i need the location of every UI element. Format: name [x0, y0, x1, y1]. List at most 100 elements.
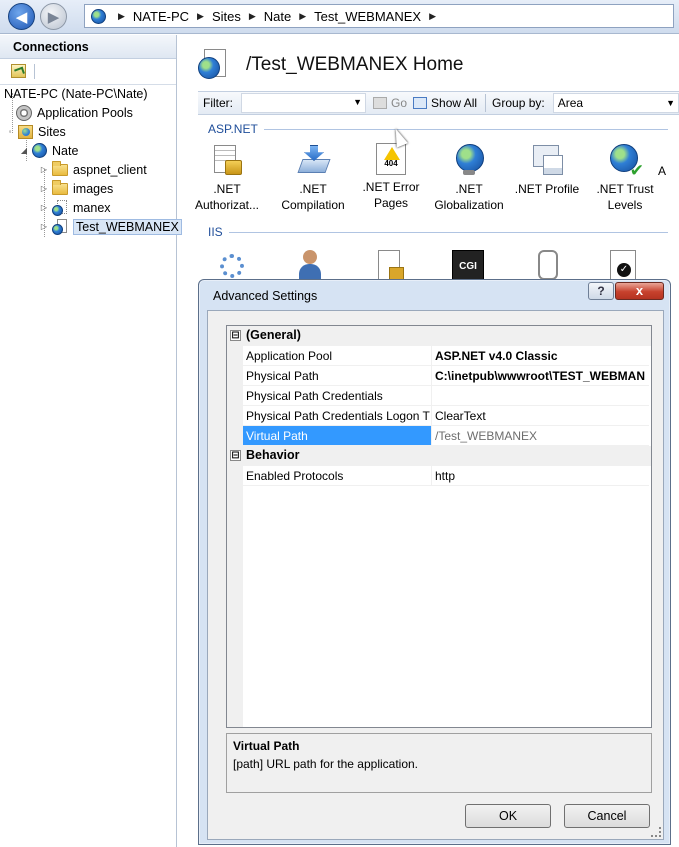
breadcrumb-separator-icon[interactable]: ▶: [249, 11, 256, 22]
tree-item-manex[interactable]: ▷ manex: [39, 198, 111, 217]
breadcrumb-separator-icon[interactable]: ▶: [118, 11, 125, 22]
feature-net-error-pages[interactable]: 404 .NET Error Pages: [352, 143, 430, 211]
go-label: Go: [391, 96, 408, 110]
section-divider: [263, 128, 668, 130]
property-name[interactable]: Physical Path Credentials Logon T: [243, 406, 431, 426]
expander-icon[interactable]: ▷: [39, 184, 49, 193]
property-row-application-pool[interactable]: Application Pool ASP.NET v4.0 Classic: [227, 346, 651, 366]
breadcrumb-item-site[interactable]: Nate: [264, 9, 291, 24]
tree-item-label: Application Pools: [37, 105, 133, 120]
show-all-button[interactable]: Show All: [413, 96, 477, 110]
property-grid[interactable]: ⊟ (General) Application Pool ASP.NET v4.…: [226, 325, 652, 728]
globe-icon: [32, 143, 47, 158]
section-header-iis[interactable]: IIS: [208, 225, 668, 239]
property-name[interactable]: Application Pool: [243, 346, 431, 366]
breadcrumb-separator-icon[interactable]: ▶: [299, 11, 306, 22]
expander-icon[interactable]: ▷: [39, 165, 49, 174]
tree-item-test-webmanex[interactable]: ▷ Test_WEBMANEX: [39, 217, 182, 236]
feature-more[interactable]: A: [658, 163, 678, 179]
collapse-icon[interactable]: ⊟: [230, 330, 241, 341]
property-row-physical-path[interactable]: Physical Path C:\inetpub\wwwroot\TEST_WE…: [227, 366, 651, 386]
error-pages-icon: 404: [376, 143, 406, 175]
address-bar: ◀ ▶ ▶ NATE-PC ▶ Sites ▶ Nate ▶ Test_WEBM…: [0, 0, 679, 34]
gear-icon[interactable]: [220, 254, 244, 278]
breadcrumb-item-server[interactable]: NATE-PC: [133, 9, 189, 24]
property-name[interactable]: Enabled Protocols: [243, 466, 431, 486]
cancel-button[interactable]: Cancel: [564, 804, 650, 828]
property-row-physical-path-credentials[interactable]: Physical Path Credentials: [227, 386, 651, 406]
help-button[interactable]: ?: [588, 282, 614, 300]
collapse-icon[interactable]: ◢: [19, 146, 29, 155]
tree-item-aspnet-client[interactable]: ▷ aspnet_client: [39, 160, 147, 179]
tree-item-server[interactable]: NATE-PC (Nate-PC\Nate): [4, 84, 148, 103]
web-app-icon: [52, 218, 68, 235]
close-button[interactable]: x: [615, 282, 664, 300]
category-label: Behavior: [246, 448, 300, 462]
property-value[interactable]: ASP.NET v4.0 Classic: [431, 346, 649, 366]
tree-item-label: Test_WEBMANEX: [73, 218, 182, 235]
category-behavior[interactable]: ⊟ Behavior: [227, 446, 651, 466]
property-value[interactable]: /Test_WEBMANEX: [431, 426, 649, 446]
group-by-value: Area: [557, 96, 584, 110]
feature-net-globalization[interactable]: .NET Globalization: [430, 143, 508, 213]
property-row-credentials-logon-type[interactable]: Physical Path Credentials Logon T ClearT…: [227, 406, 651, 426]
resize-grip-icon[interactable]: [651, 827, 661, 837]
feature-net-compilation[interactable]: .NET Compilation: [274, 143, 352, 213]
globalization-icon: [452, 143, 486, 177]
expander-icon[interactable]: ◦: [5, 127, 15, 136]
compression-icon[interactable]: [538, 250, 558, 280]
feature-net-authorization[interactable]: .NET Authorizat...: [188, 143, 266, 213]
category-general[interactable]: ⊟ (General): [227, 326, 651, 346]
breadcrumb-separator-icon[interactable]: ▶: [429, 11, 436, 22]
default-document-icon[interactable]: [610, 250, 636, 280]
property-row-enabled-protocols[interactable]: Enabled Protocols http: [227, 466, 651, 486]
property-value[interactable]: C:\inetpub\wwwroot\TEST_WEBMAN: [431, 366, 649, 386]
filter-input[interactable]: ▼: [241, 93, 366, 113]
category-background: [243, 446, 651, 466]
breadcrumb-item-app[interactable]: Test_WEBMANEX: [314, 9, 421, 24]
section-header-aspnet[interactable]: ASP.NET: [208, 122, 668, 136]
tree-item-application-pools[interactable]: Application Pools: [16, 103, 133, 122]
description-title: Virtual Path: [233, 739, 300, 753]
compilation-icon: [296, 143, 330, 177]
breadcrumb[interactable]: ▶ NATE-PC ▶ Sites ▶ Nate ▶ Test_WEBMANEX…: [84, 4, 674, 28]
property-value[interactable]: http: [431, 466, 649, 486]
globe-icon: [91, 8, 106, 24]
tree-item-label: manex: [73, 200, 111, 215]
feature-label: .NET Profile: [514, 182, 580, 196]
user-icon[interactable]: [294, 250, 326, 282]
collapse-icon[interactable]: ⊟: [230, 450, 241, 461]
feature-net-profile[interactable]: .NET Profile: [508, 143, 586, 197]
cgi-icon[interactable]: CGI: [452, 250, 484, 282]
group-by-select[interactable]: Area ▼: [552, 93, 679, 113]
breadcrumb-separator-icon[interactable]: ▶: [197, 11, 204, 22]
go-button[interactable]: Go: [373, 96, 407, 110]
tree-item-images[interactable]: ▷ images: [39, 179, 113, 198]
filter-bar: Filter: ▼ Go Show All Group by: Area ▼: [198, 91, 679, 115]
category-label: (General): [246, 328, 301, 342]
create-connection-icon[interactable]: [11, 64, 26, 78]
feature-net-trust-levels[interactable]: .NET Trust Levels: [586, 143, 664, 213]
chevron-down-icon[interactable]: ▼: [353, 97, 362, 107]
feature-label: .NET Compilation: [281, 182, 345, 212]
tree-item-sites[interactable]: ◦ Sites: [5, 122, 66, 141]
property-row-virtual-path[interactable]: Virtual Path /Test_WEBMANEX: [227, 426, 651, 446]
chevron-down-icon[interactable]: ▼: [666, 98, 675, 108]
tree-item-label: Nate: [52, 143, 79, 158]
property-name[interactable]: Physical Path Credentials: [243, 386, 431, 406]
property-value[interactable]: ClearText: [431, 406, 649, 426]
ok-button[interactable]: OK: [465, 804, 551, 828]
property-value[interactable]: [431, 386, 649, 406]
property-name[interactable]: Virtual Path: [243, 426, 431, 446]
authorization-rules-icon[interactable]: [378, 250, 404, 282]
property-name[interactable]: Physical Path: [243, 366, 431, 386]
dialog-body: ⊟ (General) Application Pool ASP.NET v4.…: [207, 310, 664, 840]
expander-icon[interactable]: ▷: [39, 222, 49, 231]
breadcrumb-item-sites[interactable]: Sites: [212, 9, 241, 24]
expander-icon[interactable]: ▷: [39, 203, 49, 212]
forward-button[interactable]: ▶: [40, 3, 67, 30]
tree-item-site-nate[interactable]: ◢ Nate: [19, 141, 78, 160]
section-divider: [228, 231, 668, 233]
back-button[interactable]: ◀: [8, 3, 35, 30]
feature-label: .NET Authorizat...: [194, 182, 260, 212]
